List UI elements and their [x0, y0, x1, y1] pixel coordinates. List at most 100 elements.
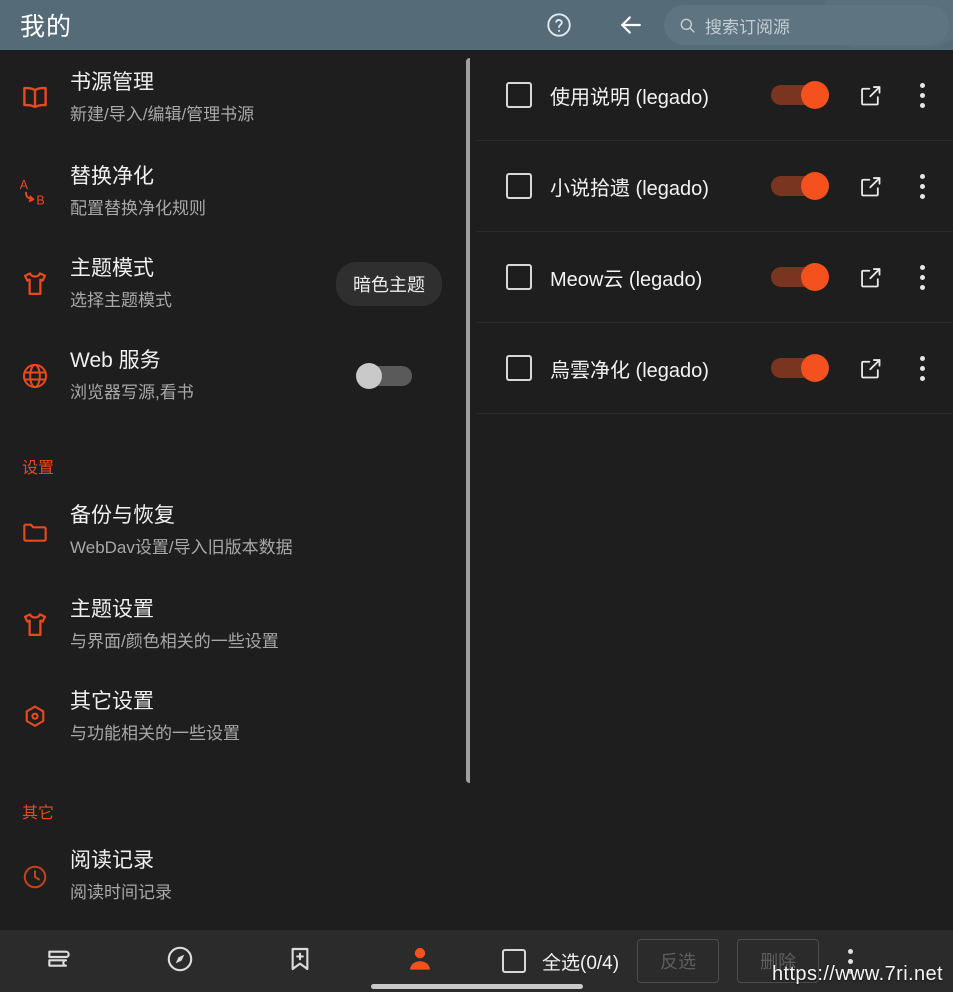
edit-square-icon[interactable]: [855, 171, 885, 201]
theme-mode-chip[interactable]: 暗色主题: [336, 262, 442, 306]
sidebar-item-text: 其它设置 与功能相关的一些设置: [70, 687, 442, 748]
sidebar-item-web-service[interactable]: Web 服务 浏览器写源,看书: [0, 330, 470, 422]
bottom-bar: 全选(0/4) 反选 删除 https://www.7ri.net: [0, 930, 953, 992]
sidebar-item-text: 书源管理 新建/导入/编辑/管理书源: [70, 68, 442, 129]
sidebar-item-title: 主题模式: [70, 256, 154, 280]
sidebar-item-title: 书源管理: [70, 70, 154, 94]
sidebar-item-text: 主题设置 与界面/颜色相关的一些设置: [70, 595, 442, 656]
sidebar-item-title: 其它设置: [70, 689, 154, 713]
row-enable-toggle[interactable]: [771, 354, 829, 382]
arrow-left-icon[interactable]: [614, 8, 648, 42]
page-title: 我的: [20, 13, 73, 41]
sidebar-item-replace-purify[interactable]: A B 替换净化 配置替换净化规则: [0, 146, 470, 238]
search-placeholder-text: 搜索订阅源: [705, 17, 790, 37]
sidebar-item-trailing: [356, 363, 454, 389]
row-source-name: Meow云 (legado): [550, 268, 703, 291]
table-row[interactable]: 小说拾遗 (legado): [476, 141, 953, 232]
sidebar-item-title: Web 服务: [70, 348, 161, 372]
edit-square-icon[interactable]: [855, 80, 885, 110]
row-source-name: 烏雲净化 (legado): [550, 359, 709, 382]
folder-icon: [0, 516, 70, 548]
sidebar-item-other-settings[interactable]: 其它设置 与功能相关的一些设置: [0, 671, 470, 763]
edit-square-icon[interactable]: [855, 353, 885, 383]
nav-explore[interactable]: [120, 930, 240, 992]
svg-text:B: B: [36, 193, 44, 207]
globe-icon: [0, 360, 70, 392]
sidebar-item-theme-mode[interactable]: 主题模式 选择主题模式 暗色主题: [0, 238, 470, 330]
nav-bookmark-add[interactable]: [240, 930, 360, 992]
sidebar-item-text: 阅读记录 阅读时间记录: [70, 846, 442, 907]
nav-profile[interactable]: [360, 930, 480, 992]
search-input[interactable]: 搜索订阅源: [664, 5, 949, 45]
sidebar-item-title: 备份与恢复: [70, 504, 175, 527]
home-indicator: [370, 984, 583, 989]
section-label-other: 其它: [22, 805, 55, 822]
nav-bookshelf[interactable]: [0, 930, 120, 992]
toggle-knob: [801, 81, 829, 109]
sidebar-item-reading-record[interactable]: 阅读记录 阅读时间记录: [0, 829, 470, 924]
sidebar-item-text: 主题模式 选择主题模式: [70, 254, 336, 315]
watermark-text: https://www.7ri.net: [772, 963, 943, 985]
section-label-settings: 设置: [22, 460, 55, 477]
row-checkbox[interactable]: [506, 82, 532, 108]
toggle-knob: [356, 363, 382, 389]
source-list-pane: 使用说明 (legado) 小说拾遗 (legado) Meow云 (legad…: [476, 50, 953, 930]
row-source-name: 小说拾遗 (legado): [550, 177, 709, 200]
more-vertical-icon[interactable]: [909, 262, 935, 292]
more-vertical-icon[interactable]: [909, 80, 935, 110]
sidebar-item-trailing: 暗色主题: [336, 262, 454, 306]
hexagon-gear-icon: [0, 701, 70, 733]
toggle-knob: [801, 172, 829, 200]
sidebar-item-subtitle: 浏览器写源,看书: [70, 382, 194, 402]
sidebar-item-text: 替换净化 配置替换净化规则: [70, 162, 442, 223]
sidebar-item-subtitle: 配置替换净化规则: [70, 198, 206, 218]
table-row[interactable]: Meow云 (legado): [476, 232, 953, 323]
settings-sidebar: 书源管理 新建/导入/编辑/管理书源 A B 替换净化 配置替换净化规则 主题模…: [0, 50, 470, 930]
sidebar-item-text: 备份与恢复 WebDav设置/导入旧版本数据: [70, 501, 442, 562]
select-all-label: 全选(0/4): [542, 952, 620, 974]
more-vertical-icon[interactable]: [909, 171, 935, 201]
compass-explore-icon: [164, 943, 196, 980]
sidebar-item-subtitle: 新建/导入/编辑/管理书源: [70, 104, 255, 124]
t-shirt-icon: [0, 267, 70, 301]
table-row[interactable]: 使用说明 (legado): [476, 50, 953, 141]
sidebar-item-title: 主题设置: [70, 597, 154, 621]
invert-selection-button[interactable]: 反选: [637, 939, 720, 983]
web-service-toggle[interactable]: [356, 363, 412, 389]
sidebar-scrollbar[interactable]: [466, 58, 470, 783]
replace-a-b-icon: A B: [0, 174, 70, 210]
row-checkbox[interactable]: [506, 173, 532, 199]
row-enable-toggle[interactable]: [771, 263, 829, 291]
search-icon: [678, 16, 697, 35]
help-circle-icon[interactable]: [544, 10, 574, 40]
app-header: 我的 搜索订阅源: [0, 0, 953, 50]
select-all-checkbox[interactable]: [502, 949, 526, 973]
bottom-nav: [0, 930, 480, 992]
sidebar-item-backup-restore[interactable]: 备份与恢复 WebDav设置/导入旧版本数据: [0, 484, 470, 579]
sidebar-item-subtitle: 与功能相关的一些设置: [70, 723, 240, 743]
sidebar-item-subtitle: 与界面/颜色相关的一些设置: [70, 631, 279, 651]
book-open-icon: [0, 81, 70, 115]
row-checkbox[interactable]: [506, 264, 532, 290]
sidebar-item-subtitle: 阅读时间记录: [70, 883, 172, 902]
more-vertical-icon[interactable]: [909, 353, 935, 383]
sidebar-item-text: Web 服务 浏览器写源,看书: [70, 346, 356, 407]
content-area: 书源管理 新建/导入/编辑/管理书源 A B 替换净化 配置替换净化规则 主题模…: [0, 50, 953, 930]
sidebar-item-book-source[interactable]: 书源管理 新建/导入/编辑/管理书源: [0, 50, 470, 146]
row-enable-toggle[interactable]: [771, 172, 829, 200]
row-source-name: 使用说明 (legado): [550, 86, 709, 109]
row-checkbox[interactable]: [506, 355, 532, 381]
sidebar-item-subtitle: 选择主题模式: [70, 290, 172, 310]
sidebar-item-subtitle: WebDav设置/导入旧版本数据: [70, 538, 293, 557]
bookshelf-icon: [44, 943, 76, 980]
table-row[interactable]: 烏雲净化 (legado): [476, 323, 953, 414]
app-root: 我的 搜索订阅源 书源管理 新建/导入/编辑/管理书源 A B 替换净化 配置替…: [0, 0, 953, 992]
sidebar-item-theme-settings[interactable]: 主题设置 与界面/颜色相关的一些设置: [0, 579, 470, 671]
t-shirt-icon: [0, 608, 70, 642]
svg-text:A: A: [20, 178, 29, 192]
edit-square-icon[interactable]: [855, 262, 885, 292]
bookmark-plus-icon: [284, 943, 316, 980]
row-enable-toggle[interactable]: [771, 81, 829, 109]
toggle-knob: [801, 354, 829, 382]
sidebar-item-title: 替换净化: [70, 164, 154, 188]
